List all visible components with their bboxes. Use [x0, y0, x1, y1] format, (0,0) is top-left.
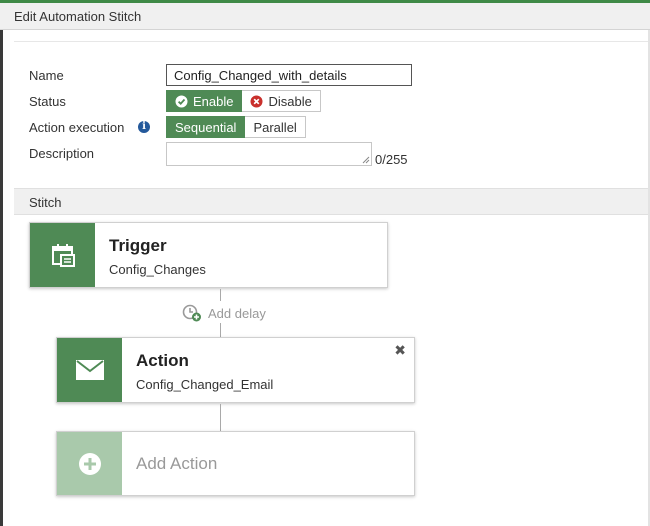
- status-enable-button[interactable]: Enable: [166, 90, 243, 112]
- trigger-card[interactable]: Trigger Config_Changes: [29, 222, 388, 288]
- description-char-count: 0/255: [375, 152, 408, 167]
- add-delay-button[interactable]: Add delay: [182, 303, 266, 323]
- stitch-section-label: Stitch: [29, 195, 62, 210]
- name-label: Name: [29, 68, 64, 83]
- add-delay-label: Add delay: [208, 305, 266, 321]
- status-disable-button[interactable]: Disable: [242, 90, 321, 112]
- dialog-title: Edit Automation Stitch: [14, 9, 142, 24]
- envelope-icon: [75, 360, 104, 380]
- trigger-name: Config_Changes: [109, 262, 206, 277]
- action-execution-label: Action execution: [29, 120, 125, 135]
- action-card[interactable]: Action Config_Changed_Email ✖: [56, 337, 415, 403]
- left-panel-edge: [0, 30, 3, 526]
- resize-grip-icon[interactable]: [362, 156, 370, 164]
- x-circle-icon: [250, 95, 263, 107]
- connector-line: [220, 404, 221, 431]
- action-execution-toggle: Sequential Parallel: [166, 116, 306, 138]
- description-label: Description: [29, 146, 95, 161]
- action-name: Config_Changed_Email: [136, 377, 274, 392]
- exec-sequential-button[interactable]: Sequential: [166, 116, 246, 138]
- info-icon[interactable]: i: [138, 121, 150, 133]
- connector-line: [220, 323, 221, 337]
- dialog-header: Edit Automation Stitch: [0, 0, 650, 30]
- exec-parallel-button[interactable]: Parallel: [245, 116, 306, 138]
- name-input[interactable]: [166, 64, 412, 86]
- close-icon[interactable]: ✖: [394, 342, 406, 359]
- plus-circle-icon: [78, 452, 101, 475]
- connector-line: [220, 289, 221, 301]
- add-action-label: Add Action: [136, 454, 218, 473]
- trigger-icon-box: [30, 223, 95, 287]
- add-action-card[interactable]: Add Action: [56, 431, 415, 496]
- clock-add-icon: [182, 304, 201, 322]
- calendar-icon: [51, 244, 75, 267]
- section-divider: [14, 30, 648, 42]
- exec-parallel-label: Parallel: [253, 119, 297, 135]
- add-action-icon-box: [57, 432, 122, 495]
- status-enable-label: Enable: [193, 93, 234, 109]
- status-toggle: Enable Disable: [166, 90, 321, 112]
- action-icon-box: [57, 338, 122, 402]
- exec-sequential-label: Sequential: [175, 119, 237, 135]
- trigger-title: Trigger: [109, 236, 167, 255]
- stitch-section-header: Stitch: [14, 188, 648, 215]
- description-input[interactable]: [166, 142, 372, 166]
- check-circle-icon: [175, 95, 188, 107]
- status-disable-label: Disable: [268, 93, 312, 109]
- status-label: Status: [29, 94, 66, 109]
- action-title: Action: [136, 351, 189, 370]
